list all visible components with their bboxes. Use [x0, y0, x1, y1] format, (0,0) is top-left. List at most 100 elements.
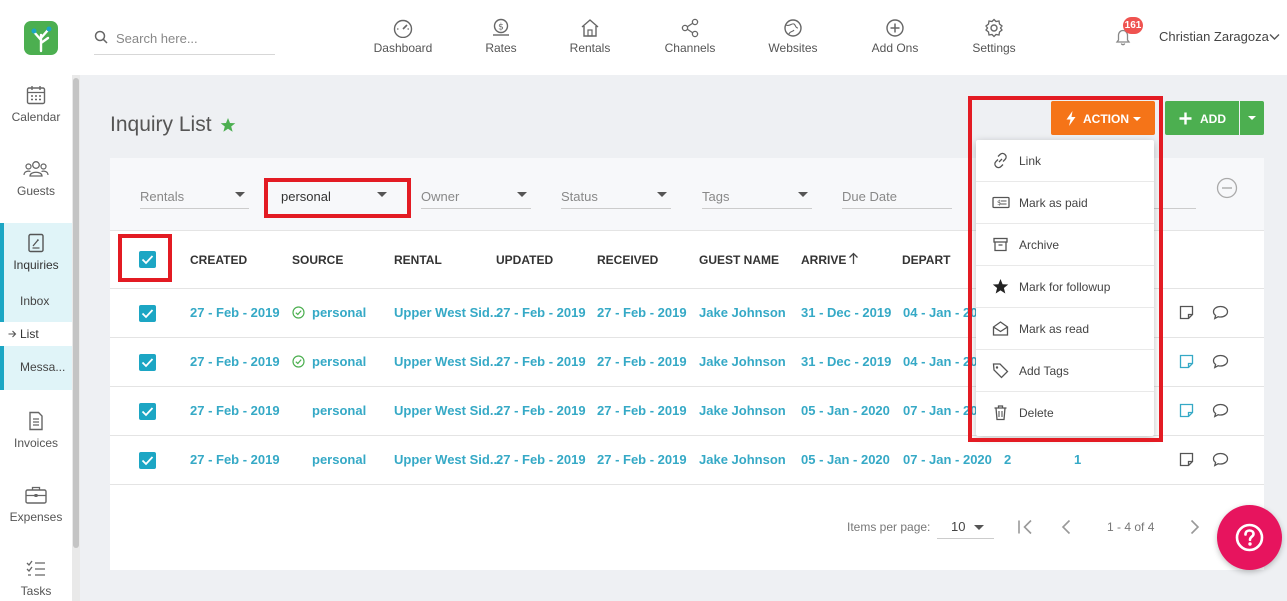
sidebar-scrollbar-thumb[interactable] — [73, 78, 79, 548]
sidebar-sub-inbox[interactable]: Inbox — [20, 294, 49, 308]
star-icon[interactable] — [220, 117, 236, 133]
sidebar-item-invoices[interactable]: Invoices — [0, 410, 72, 450]
search-box — [94, 25, 275, 55]
note-icon[interactable] — [1179, 403, 1194, 418]
cell-depart[interactable]: 07 - Jan - 2020 — [903, 452, 992, 467]
col-rental[interactable]: RENTAL — [394, 253, 442, 267]
filter-rentals[interactable]: Rentals — [140, 186, 249, 209]
filter-status[interactable]: Status — [561, 186, 671, 209]
sidebar-item-inquiries[interactable]: Inquiries — [0, 232, 72, 272]
user-name[interactable]: Christian Zaragoza — [1159, 29, 1269, 44]
col-created[interactable]: CREATED — [190, 253, 247, 267]
comment-icon[interactable] — [1212, 403, 1229, 418]
add-button[interactable]: ADD — [1165, 101, 1239, 135]
sidebar-sub-list[interactable]: List — [20, 327, 39, 341]
cell-guest-name[interactable]: Jake Johnson — [699, 403, 786, 418]
cell-received[interactable]: 27 - Feb - 2019 — [597, 305, 687, 320]
col-arrive[interactable]: ARRIVE — [801, 253, 846, 267]
cell-received[interactable]: 27 - Feb - 2019 — [597, 452, 687, 467]
prev-page-icon[interactable] — [1060, 519, 1072, 535]
items-per-page-label: Items per page: — [847, 520, 931, 534]
cell-arrive[interactable]: 31 - Dec - 2019 — [801, 305, 891, 320]
cell-depart[interactable]: 04 - Jan - 20 — [903, 305, 977, 320]
app-logo[interactable] — [24, 21, 58, 55]
comment-icon[interactable] — [1212, 354, 1229, 369]
sidebar-item-tasks[interactable]: Tasks — [0, 558, 72, 598]
highlight-box-source-filter — [264, 178, 411, 218]
notification-badge: 161 — [1123, 17, 1143, 34]
cell-created[interactable]: 27 - Feb - 2019 — [190, 305, 280, 320]
comment-icon[interactable] — [1212, 305, 1229, 320]
nav-addons[interactable]: Add Ons — [869, 18, 921, 60]
row-checkbox[interactable] — [139, 452, 156, 469]
filter-due-date-label: Due Date — [842, 189, 897, 204]
nav-websites-label: Websites — [768, 41, 818, 55]
cell-depart[interactable]: 04 - Jan - 20 — [903, 354, 977, 369]
nav-rentals[interactable]: Rentals — [566, 18, 614, 60]
cell-updated[interactable]: 27 - Feb - 2019 — [496, 305, 586, 320]
comment-icon[interactable] — [1212, 452, 1229, 467]
cell-depart[interactable]: 07 - Jan - 20 — [903, 403, 977, 418]
nav-channels[interactable]: Channels — [662, 18, 718, 60]
cell-count-b[interactable]: 1 — [1074, 452, 1081, 467]
cell-guest-name[interactable]: Jake Johnson — [699, 305, 786, 320]
sidebar-sub-messages[interactable]: Messa... — [20, 360, 65, 374]
col-updated[interactable]: UPDATED — [496, 253, 553, 267]
cell-source[interactable]: personal — [312, 354, 366, 369]
nav-websites[interactable]: Websites — [765, 18, 821, 60]
note-icon[interactable] — [1179, 305, 1194, 320]
col-depart[interactable]: DEPART — [902, 253, 950, 267]
svg-text:$: $ — [498, 23, 504, 33]
nav-dashboard-label: Dashboard — [373, 41, 433, 55]
next-page-icon[interactable] — [1189, 519, 1201, 535]
note-icon[interactable] — [1179, 452, 1194, 467]
filter-owner[interactable]: Owner — [421, 186, 531, 209]
items-per-page-select[interactable]: 10 — [937, 515, 994, 539]
cell-guest-name[interactable]: Jake Johnson — [699, 354, 786, 369]
minus-circle-icon[interactable] — [1216, 177, 1238, 199]
search-input[interactable] — [116, 28, 271, 48]
note-icon[interactable] — [1179, 354, 1194, 369]
sidebar-item-guests[interactable]: Guests — [0, 158, 72, 198]
col-guest-name[interactable]: GUEST NAME — [699, 253, 779, 267]
cell-updated[interactable]: 27 - Feb - 2019 — [496, 452, 586, 467]
filter-due-date[interactable]: Due Date — [842, 186, 952, 209]
first-page-icon[interactable] — [1017, 519, 1035, 535]
inquiries-icon — [28, 233, 44, 253]
cell-guest-name[interactable]: Jake Johnson — [699, 452, 786, 467]
cell-created[interactable]: 27 - Feb - 2019 — [190, 403, 280, 418]
cell-rental[interactable]: Upper West Sid... — [394, 354, 501, 369]
col-received[interactable]: RECEIVED — [597, 253, 658, 267]
sort-up-icon[interactable] — [848, 252, 859, 265]
sidebar-item-expenses[interactable]: Expenses — [0, 484, 72, 524]
cell-count-a[interactable]: 2 — [1004, 452, 1011, 467]
col-source[interactable]: SOURCE — [292, 253, 343, 267]
cell-rental[interactable]: Upper West Sid... — [394, 452, 501, 467]
cell-created[interactable]: 27 - Feb - 2019 — [190, 354, 280, 369]
cell-source[interactable]: personal — [312, 305, 366, 320]
row-checkbox[interactable] — [139, 403, 156, 420]
filter-tags[interactable]: Tags — [702, 186, 812, 209]
nav-dashboard[interactable]: Dashboard — [371, 18, 435, 60]
cell-updated[interactable]: 27 - Feb - 2019 — [496, 403, 586, 418]
help-button[interactable] — [1217, 505, 1282, 570]
nav-settings[interactable]: Settings — [968, 18, 1020, 60]
briefcase-icon — [25, 486, 47, 504]
cell-arrive[interactable]: 05 - Jan - 2020 — [801, 452, 890, 467]
cell-created[interactable]: 27 - Feb - 2019 — [190, 452, 280, 467]
nav-rates[interactable]: $ Rates — [481, 18, 521, 60]
sidebar-item-calendar[interactable]: Calendar — [0, 84, 72, 124]
cell-received[interactable]: 27 - Feb - 2019 — [597, 354, 687, 369]
add-dropdown-button[interactable] — [1240, 101, 1264, 135]
cell-arrive[interactable]: 05 - Jan - 2020 — [801, 403, 890, 418]
cell-received[interactable]: 27 - Feb - 2019 — [597, 403, 687, 418]
cell-source[interactable]: personal — [312, 403, 366, 418]
row-checkbox[interactable] — [139, 305, 156, 322]
cell-rental[interactable]: Upper West Sid... — [394, 305, 501, 320]
cell-arrive[interactable]: 31 - Dec - 2019 — [801, 354, 891, 369]
chevron-down-icon[interactable] — [1269, 33, 1280, 41]
cell-rental[interactable]: Upper West Sid... — [394, 403, 501, 418]
cell-source[interactable]: personal — [312, 452, 366, 467]
cell-updated[interactable]: 27 - Feb - 2019 — [496, 354, 586, 369]
row-checkbox[interactable] — [139, 354, 156, 371]
